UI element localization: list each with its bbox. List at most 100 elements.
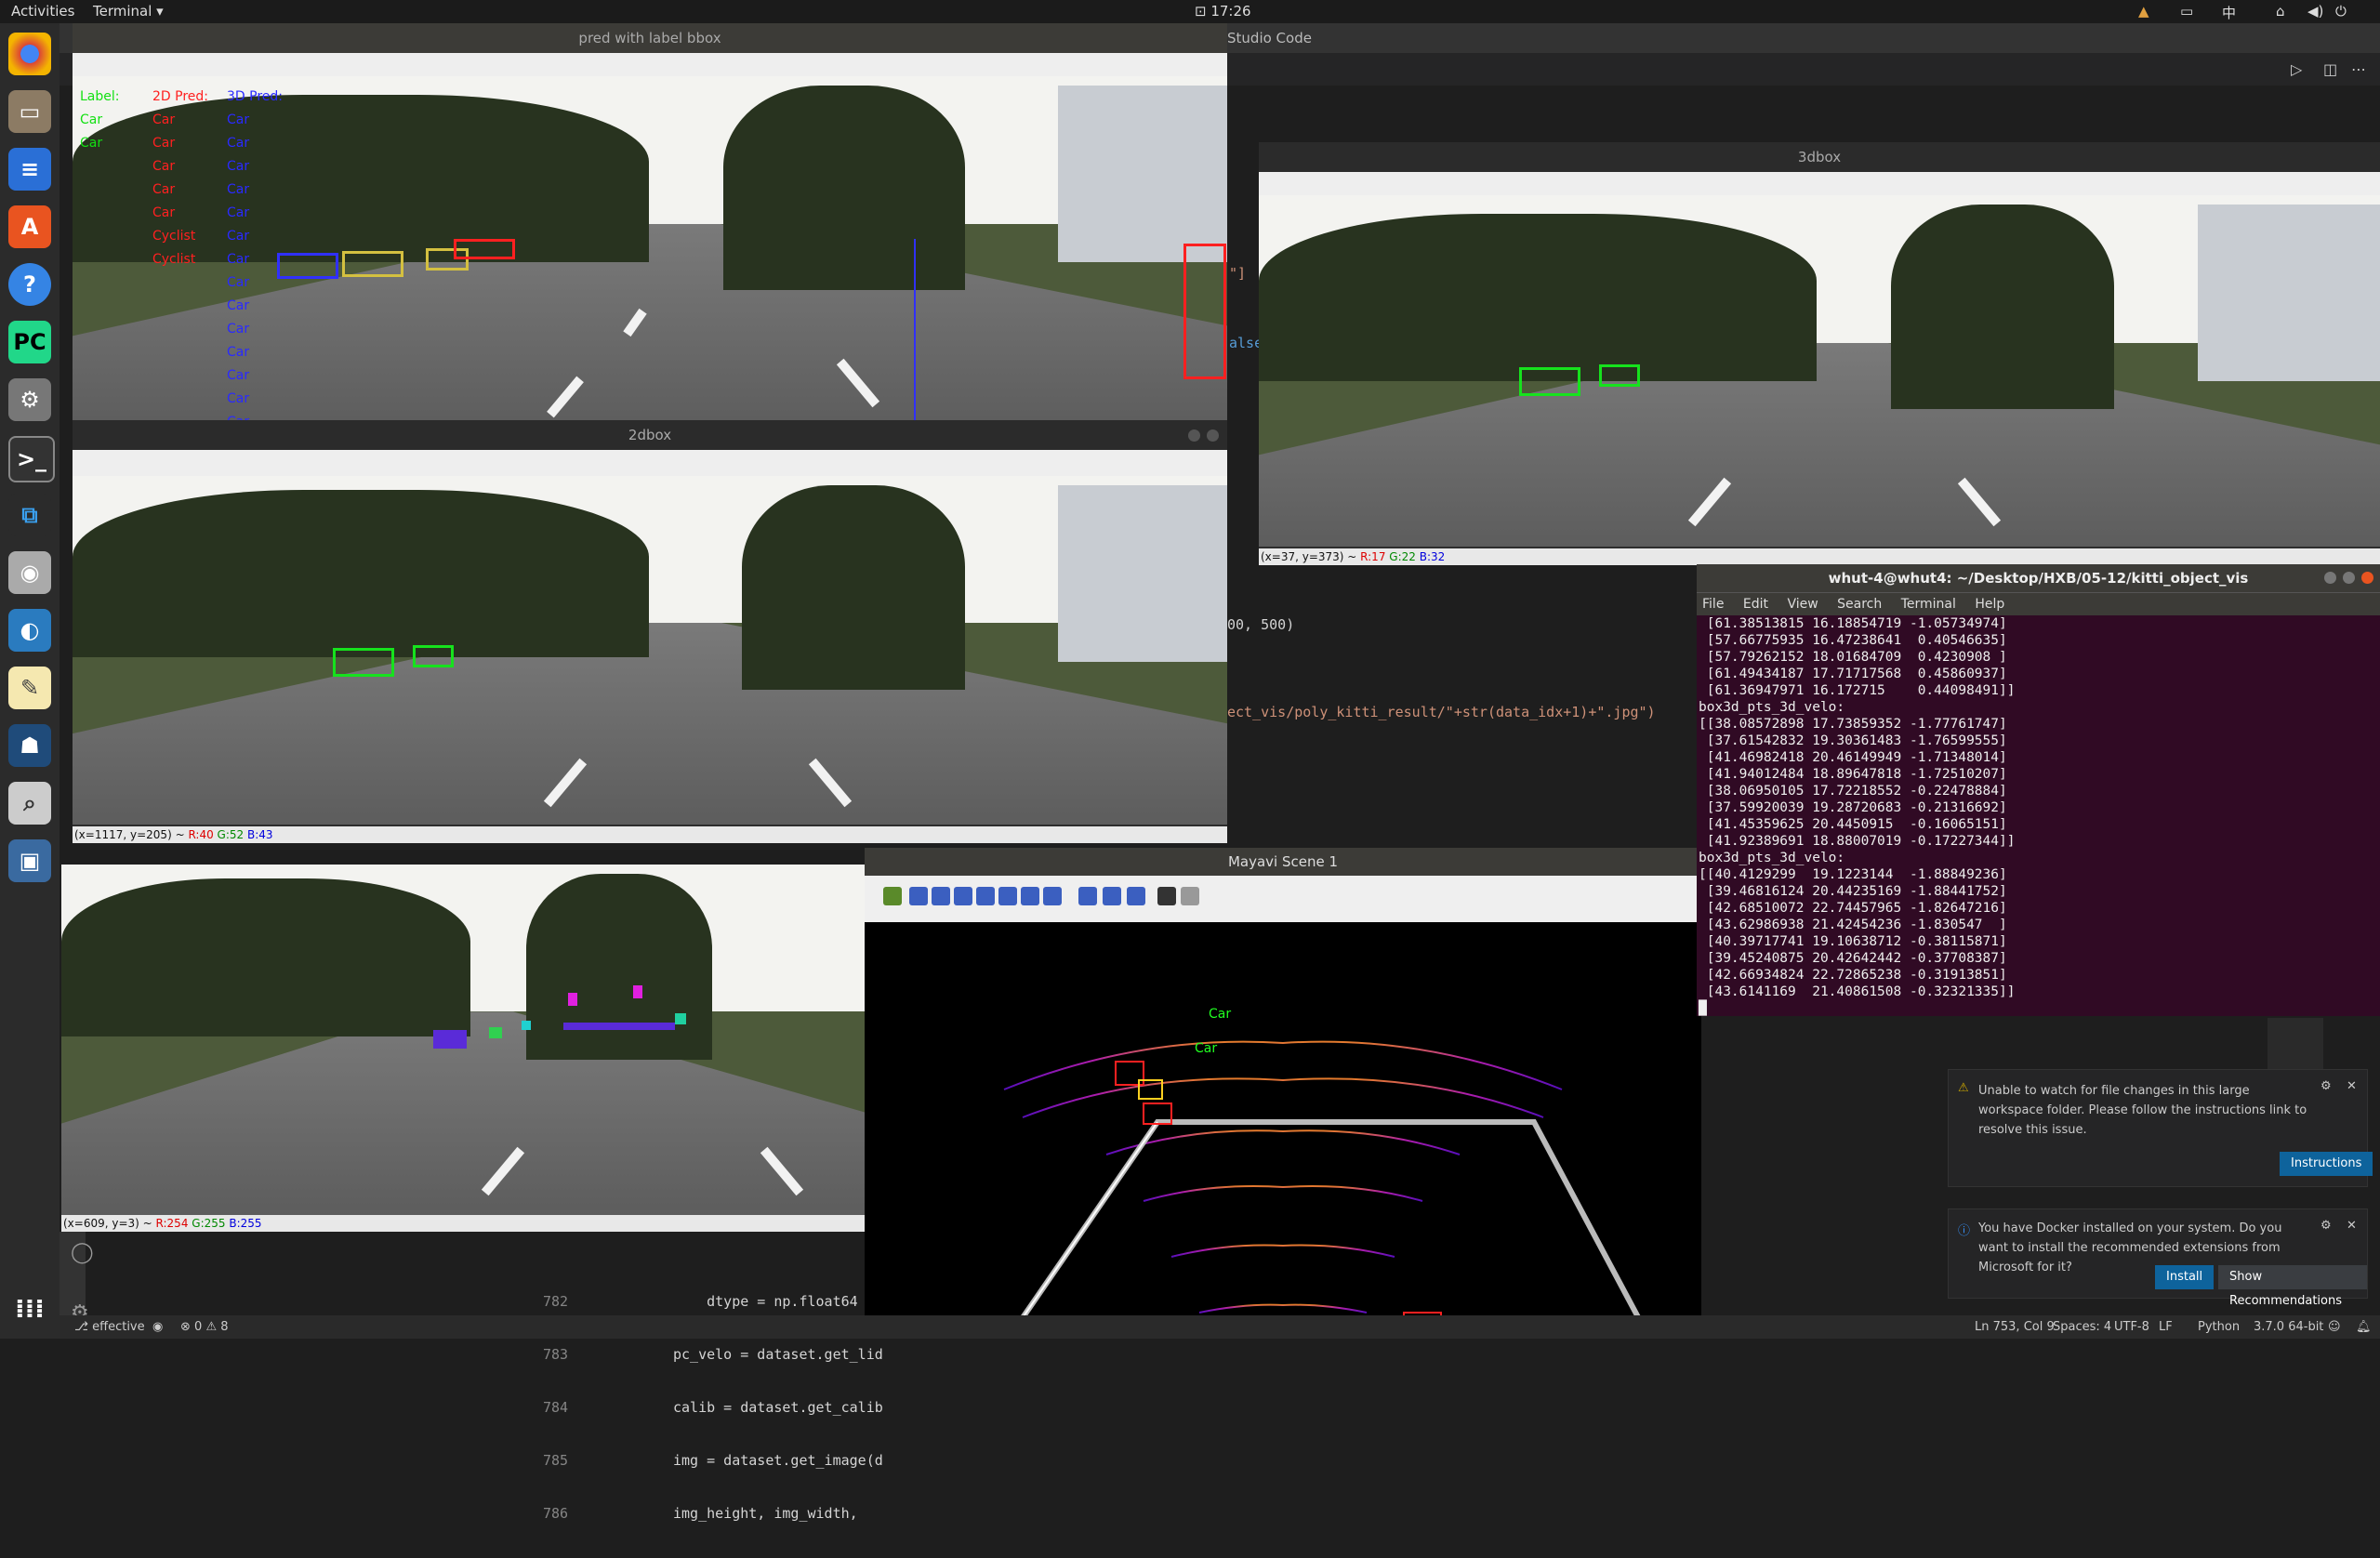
activities-button[interactable]: Activities xyxy=(11,3,74,20)
menu-search[interactable]: Search xyxy=(1837,597,1882,612)
chrome-icon[interactable] xyxy=(8,33,51,75)
configure-icon[interactable] xyxy=(1181,887,1199,905)
poly-image xyxy=(61,865,868,1215)
terminal-line: [38.06950105 17.72218552 -0.22478884] xyxy=(1699,784,2007,799)
pycharm-icon[interactable]: PC xyxy=(8,321,51,363)
volume-icon[interactable]: ◀) xyxy=(2307,3,2323,20)
notification-close-icon[interactable]: ✕ xyxy=(2347,1079,2357,1093)
terminal-line: [57.66775935 16.47238641 0.40546635] xyxy=(1699,633,2007,648)
maximize-button[interactable] xyxy=(2343,572,2355,584)
app-menu[interactable]: Terminal ▾ xyxy=(93,3,164,20)
software-icon[interactable]: A xyxy=(8,205,51,248)
code-line[interactable]: dtype = np.float64 xyxy=(673,1293,883,1311)
label-column: Label: Car Car xyxy=(80,86,120,155)
problems-status[interactable]: ⊗ 0 ⚠ 8 xyxy=(180,1320,229,1334)
keyboard-icon[interactable]: ▭ xyxy=(2180,3,2193,20)
code-block[interactable]: dtype = np.float64 pc_velo = dataset.get… xyxy=(673,1258,883,1558)
cursor-position-status[interactable]: Ln 753, Col 9 xyxy=(1975,1320,2055,1334)
bell-icon[interactable]: 🔔︎ xyxy=(2356,1320,2372,1334)
terminal-window[interactable]: whut-4@whut4: ~/Desktop/HXB/05-12/kitti_… xyxy=(1697,564,2380,1016)
menu-view[interactable]: View xyxy=(1787,597,1818,612)
menu-file[interactable]: File xyxy=(1702,597,1724,612)
interpreter-status[interactable]: 3.7.0 64-bit xyxy=(2254,1320,2323,1334)
code-line[interactable]: img_height, img_width, xyxy=(673,1505,883,1523)
show-recommendations-button[interactable]: Show Recommendations xyxy=(2218,1265,2367,1308)
parallel-projection-icon[interactable] xyxy=(1078,887,1097,905)
view-z-icon[interactable] xyxy=(998,887,1017,905)
mayavi-logo-icon[interactable] xyxy=(883,887,902,905)
code-line[interactable]: pc_velo = dataset.get_lid xyxy=(673,1346,883,1364)
pixel-g: G:22 xyxy=(1389,550,1416,563)
github-icon[interactable]: ☗ xyxy=(8,724,51,767)
pixel-b: B:43 xyxy=(247,828,273,841)
clock[interactable]: ⊡ 17:26 xyxy=(1195,3,1251,20)
top-bar: Activities Terminal ▾ ⊡ 17:26 ▲ ▭ 中 ⌂ ◀)… xyxy=(0,0,2380,23)
code-line[interactable]: 00, 500) xyxy=(1227,616,1294,633)
3dbox-window: 3dbox (x=37, y=373) ~ R:17 G:22 B:32 xyxy=(1259,142,2380,565)
encoding-status[interactable]: UTF-8 xyxy=(2114,1320,2149,1334)
terminal-icon[interactable]: >_ xyxy=(8,436,55,482)
line-number: 784 xyxy=(543,1399,569,1416)
run-icon[interactable]: ▷ xyxy=(2291,60,2302,78)
writer-icon[interactable]: ≡ xyxy=(8,148,51,191)
pred-text: Car xyxy=(227,252,250,267)
account-icon[interactable]: ◯ xyxy=(71,1241,94,1264)
branch-status[interactable]: ⎇ effective xyxy=(74,1320,145,1334)
help-icon[interactable]: ? xyxy=(8,263,51,306)
settings-icon[interactable]: ⚙ xyxy=(8,378,51,421)
notification-icon[interactable]: ▲ xyxy=(2138,3,2149,20)
sync-icon[interactable]: ◉ xyxy=(152,1320,163,1334)
minimize-button[interactable] xyxy=(2324,572,2336,584)
notification-settings-icon[interactable]: ⚙ xyxy=(2320,1079,2332,1093)
code-line[interactable]: calib = dataset.get_calib xyxy=(673,1399,883,1417)
image-viewer-icon[interactable]: ⌕ xyxy=(8,782,51,825)
code-line[interactable]: img = dataset.get_image(d xyxy=(673,1452,883,1470)
screenshot-icon[interactable]: ▣ xyxy=(8,839,51,882)
axes-icon[interactable] xyxy=(1103,887,1121,905)
feedback-icon[interactable]: ☺ xyxy=(2328,1320,2341,1334)
terminal-output[interactable]: [61.38513815 16.18854719 -1.05734974] [5… xyxy=(1697,615,2380,1017)
view-x-icon[interactable] xyxy=(909,887,928,905)
close-button[interactable] xyxy=(2361,572,2373,584)
eol-status[interactable]: LF xyxy=(2159,1320,2173,1334)
close-button[interactable] xyxy=(1207,429,1219,442)
menu-terminal[interactable]: Terminal xyxy=(1901,597,1956,612)
pred-text: Car xyxy=(227,298,250,313)
vscode-icon[interactable]: ⧉ xyxy=(8,494,51,536)
pixel-r: R:17 xyxy=(1360,550,1386,563)
instructions-button[interactable]: Instructions xyxy=(2280,1152,2373,1176)
terminal-line: [43.6141169 21.40861508 -0.32321335]] xyxy=(1699,984,2016,999)
view-z-neg-icon[interactable] xyxy=(1021,887,1039,905)
menu-edit[interactable]: Edit xyxy=(1743,597,1768,612)
save-icon[interactable] xyxy=(1157,887,1176,905)
notification-close-icon[interactable]: ✕ xyxy=(2347,1219,2357,1233)
code-line[interactable]: ect_vis/poly_kitti_result/"+str(data_idx… xyxy=(1227,704,1656,720)
minimize-button[interactable] xyxy=(1188,429,1200,442)
input-method[interactable]: 中 xyxy=(2222,3,2236,22)
point-cloud-view[interactable]: Car Car xyxy=(865,922,1701,1339)
language-status[interactable]: Python xyxy=(2198,1320,2240,1334)
view-y-neg-icon[interactable] xyxy=(976,887,995,905)
show-apps-icon[interactable]: ⁞⁞⁞ xyxy=(8,1287,51,1330)
menu-help[interactable]: Help xyxy=(1975,597,2004,612)
pred-text: Car xyxy=(227,322,250,337)
indentation-status[interactable]: Spaces: 4 xyxy=(2053,1320,2111,1334)
camera-icon[interactable]: ◉ xyxy=(8,551,51,594)
notification-settings-icon[interactable]: ⚙ xyxy=(2320,1219,2332,1233)
install-button[interactable]: Install xyxy=(2155,1265,2215,1289)
files-icon[interactable]: ▭ xyxy=(8,90,51,133)
split-editor-icon[interactable]: ◫ xyxy=(2323,60,2337,78)
view-x-neg-icon[interactable] xyxy=(932,887,950,905)
network-icon[interactable]: ⌂ xyxy=(2276,3,2285,20)
fullscreen-icon[interactable] xyxy=(1127,887,1145,905)
pixel-g: G:52 xyxy=(217,828,245,841)
more-actions-icon[interactable]: ⋯ xyxy=(2351,60,2366,78)
pred-text: Car xyxy=(227,205,250,220)
text-editor-icon[interactable]: ✎ xyxy=(8,667,51,709)
pred-text: Car xyxy=(152,205,176,220)
view-y-icon[interactable] xyxy=(954,887,972,905)
power-icon[interactable]: ⏻ xyxy=(2335,3,2347,20)
isometric-icon[interactable] xyxy=(1043,887,1062,905)
terminal-line: [39.46816124 20.44235169 -1.88441752] xyxy=(1699,884,2007,899)
network-tool-icon[interactable]: ◐ xyxy=(8,609,51,652)
